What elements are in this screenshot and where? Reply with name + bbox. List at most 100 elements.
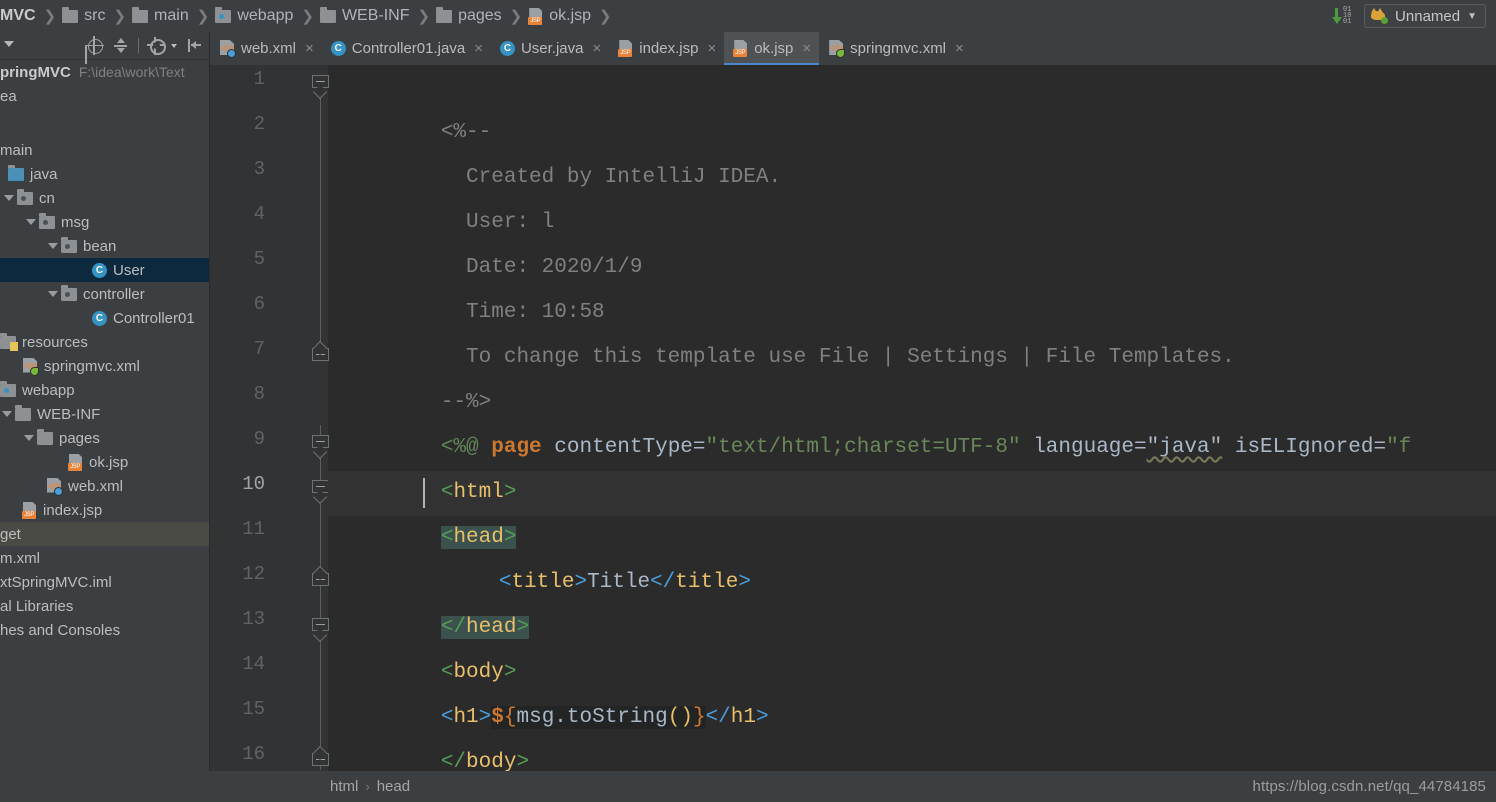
line-number: 15 bbox=[242, 698, 265, 720]
project-tree[interactable]: pringMVC F:\idea\work\Text ea main java … bbox=[0, 60, 209, 754]
download-binary-icon[interactable]: 01 10 01 bbox=[1331, 7, 1354, 26]
editor-gutter[interactable]: 1 2 3 4 5 6 7 8 9 10 11 12 13 14 15 16 bbox=[210, 65, 329, 771]
tree-item-user[interactable]: C User bbox=[0, 258, 209, 282]
code-line-15[interactable]: </body> bbox=[340, 695, 529, 771]
tab-index-jsp[interactable]: JSP index.jsp × bbox=[609, 32, 725, 65]
code-editor[interactable]: 1 2 3 4 5 6 7 8 9 10 11 12 13 14 15 16 <… bbox=[210, 65, 1496, 771]
tree-item-cn[interactable]: cn bbox=[0, 186, 209, 210]
tree-item-ok-jsp[interactable]: JSP ok.jsp bbox=[0, 450, 209, 474]
code-line-6[interactable]: To change this template use File | Setti… bbox=[340, 290, 1235, 369]
tab-springmvc-xml[interactable]: </> springmvc.xml × bbox=[819, 32, 972, 65]
locate-in-tree-icon[interactable] bbox=[85, 36, 104, 55]
tree-item-target[interactable]: get bbox=[0, 522, 209, 546]
tree-item-label: cn bbox=[39, 189, 55, 207]
code-line-13[interactable]: <body> bbox=[340, 605, 517, 684]
chevron-down-icon[interactable] bbox=[171, 43, 177, 48]
code-line-9[interactable]: <html> bbox=[340, 425, 517, 504]
chevron-down-icon[interactable] bbox=[4, 195, 14, 201]
folder-package-icon bbox=[61, 236, 77, 253]
tree-item-index-jsp[interactable]: JSP index.jsp bbox=[0, 498, 209, 522]
tree-item-web-inf[interactable]: WEB-INF bbox=[0, 402, 209, 426]
tree-item-label: Controller01 bbox=[113, 309, 195, 327]
fold-marker-comment[interactable] bbox=[312, 75, 329, 99]
code-line-1[interactable]: <%-- bbox=[340, 65, 491, 144]
fold-marker-comment-end[interactable] bbox=[312, 340, 329, 365]
fold-marker-head[interactable] bbox=[312, 480, 329, 504]
chevron-down-icon[interactable] bbox=[48, 291, 58, 297]
code-line-12[interactable]: </head> bbox=[340, 560, 530, 639]
chevron-down-icon[interactable] bbox=[26, 219, 36, 225]
fold-marker-html[interactable] bbox=[312, 435, 329, 459]
close-icon[interactable]: × bbox=[474, 41, 483, 56]
tree-item-springmvc-xml[interactable]: </> springmvc.xml bbox=[0, 354, 209, 378]
tree-item-bean[interactable]: bean bbox=[0, 234, 209, 258]
fold-marker-head-end[interactable] bbox=[312, 565, 329, 590]
collapse-all-icon[interactable] bbox=[112, 37, 129, 54]
tree-item-label: resources bbox=[22, 333, 88, 351]
close-icon[interactable]: × bbox=[592, 41, 601, 56]
breadcrumb-element-head[interactable]: head bbox=[377, 778, 410, 795]
code-line-3[interactable]: User: l bbox=[340, 155, 554, 234]
tree-item-label: bean bbox=[83, 237, 117, 255]
tab-user-java[interactable]: C User.java × bbox=[490, 32, 610, 65]
tree-item-label: get bbox=[0, 525, 21, 543]
tree-item-webapp[interactable]: webapp bbox=[0, 378, 209, 402]
tree-item-external-libraries[interactable]: al Libraries bbox=[0, 594, 209, 618]
code-line-10[interactable]: <head> bbox=[340, 470, 517, 549]
code-line-8[interactable]: <%@ page contentType="text/html;charset=… bbox=[340, 380, 1411, 459]
tree-item-project-root[interactable]: pringMVC F:\idea\work\Text bbox=[0, 60, 209, 84]
breadcrumb-item-pages[interactable]: pages bbox=[436, 0, 502, 32]
breadcrumb-item-webapp[interactable]: webapp bbox=[215, 0, 293, 32]
breadcrumb-item-main[interactable]: main bbox=[132, 0, 189, 32]
tree-item-main[interactable]: main bbox=[0, 138, 209, 162]
jsp-file-icon: JSP bbox=[22, 501, 37, 519]
breadcrumb-element-html[interactable]: html bbox=[330, 778, 358, 795]
tree-item-java[interactable]: java bbox=[0, 162, 209, 186]
tree-item-pom-xml[interactable]: m.xml bbox=[0, 546, 209, 570]
breadcrumb-item-project[interactable]: MVC bbox=[0, 0, 36, 32]
tree-item-pages[interactable]: pages bbox=[0, 426, 209, 450]
code-line-5[interactable]: Time: 10:58 bbox=[340, 245, 605, 324]
tree-item-resources[interactable]: resources bbox=[0, 330, 209, 354]
code-line-11[interactable]: <title>Title</title> bbox=[398, 515, 751, 594]
close-icon[interactable]: × bbox=[305, 41, 314, 56]
breadcrumb-item-okjsp[interactable]: JSP ok.jsp bbox=[528, 0, 591, 32]
tree-item-controller[interactable]: controller bbox=[0, 282, 209, 306]
fold-marker-body[interactable] bbox=[312, 618, 329, 642]
chevron-down-icon[interactable] bbox=[48, 243, 58, 249]
code-line-16[interactable]: </html> bbox=[340, 740, 529, 771]
tree-item-idea[interactable]: ea bbox=[0, 84, 209, 108]
tomcat-icon bbox=[1370, 8, 1389, 24]
code-line-7[interactable]: --%> bbox=[340, 335, 491, 414]
breadcrumb-separator: ❯ bbox=[196, 7, 210, 25]
tab-controller01-java[interactable]: C Controller01.java × bbox=[321, 32, 491, 65]
chevron-down-icon[interactable] bbox=[24, 435, 34, 441]
chevron-down-icon[interactable] bbox=[2, 411, 12, 417]
hide-panel-icon[interactable] bbox=[186, 37, 203, 54]
close-icon[interactable]: × bbox=[707, 41, 716, 56]
tree-item-label: web.xml bbox=[68, 477, 124, 495]
tree-item-scratches-consoles[interactable]: hes and Consoles bbox=[0, 618, 209, 642]
tree-item-iml[interactable]: xtSpringMVC.iml bbox=[0, 570, 209, 594]
fold-marker-body-end[interactable] bbox=[312, 745, 329, 770]
tab-ok-jsp[interactable]: JSP ok.jsp × bbox=[724, 32, 820, 65]
code-line-4[interactable]: Date: 2020/1/9 bbox=[340, 200, 642, 279]
breadcrumb-item-webinf[interactable]: WEB-INF bbox=[319, 0, 409, 32]
code-line-2[interactable]: Created by IntelliJ IDEA. bbox=[340, 110, 781, 189]
sidebar-bottom-strip bbox=[0, 771, 210, 802]
close-icon[interactable]: × bbox=[955, 41, 964, 56]
tree-item-msg[interactable]: msg bbox=[0, 210, 209, 234]
breadcrumb-item-src[interactable]: src bbox=[62, 0, 105, 32]
tree-item-controller01[interactable]: C Controller01 bbox=[0, 306, 209, 330]
close-icon[interactable]: × bbox=[802, 41, 811, 56]
line-number: 4 bbox=[253, 203, 265, 225]
tab-web-xml[interactable]: </> web.xml × bbox=[210, 32, 322, 65]
breadcrumb-label: webapp bbox=[237, 7, 294, 24]
settings-gear-icon[interactable] bbox=[147, 36, 166, 55]
chevron-down-icon[interactable] bbox=[4, 41, 14, 47]
tree-item-label: controller bbox=[83, 285, 145, 303]
code-line-14[interactable]: <h1>${msg.toString()}</h1> bbox=[340, 650, 769, 729]
code-content[interactable]: <%-- Created by IntelliJ IDEA. User: l D… bbox=[328, 65, 1496, 771]
run-configuration-selector[interactable]: Unnamed ▼ bbox=[1364, 4, 1486, 28]
tree-item-web-xml[interactable]: </> web.xml bbox=[0, 474, 209, 498]
